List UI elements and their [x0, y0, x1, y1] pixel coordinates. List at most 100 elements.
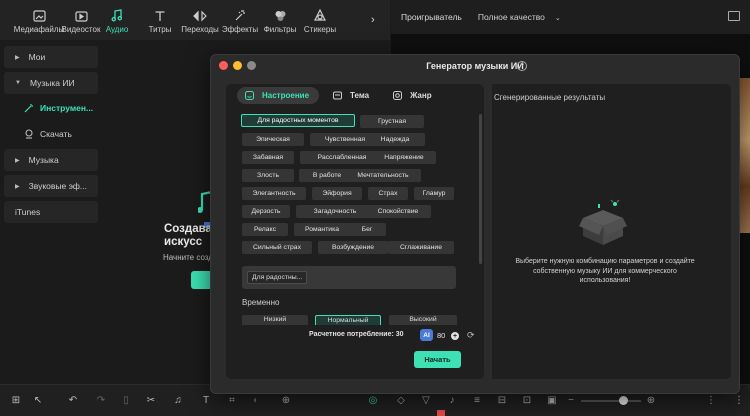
audio-split-icon[interactable]: ♫ [172, 394, 184, 406]
add-credits-button[interactable]: + [451, 332, 459, 340]
snapshot-tool-icon[interactable]: ▣ [546, 394, 558, 406]
settings-grid-icon[interactable]: ⋮ [705, 394, 717, 406]
zoom-slider-track[interactable] [581, 400, 641, 402]
mood-tag[interactable]: Сильный страх [242, 241, 312, 254]
mood-tag[interactable]: Страх [368, 187, 408, 200]
redo-icon[interactable]: ↷ [95, 394, 107, 406]
stickers-icon [313, 9, 327, 22]
ai-cut-icon[interactable]: ⊡ [521, 394, 533, 406]
select-cursor-icon[interactable]: ↖ [32, 394, 44, 406]
layout-grid-icon[interactable]: ⊞ [10, 394, 22, 406]
start-generate-button[interactable]: Начать [414, 351, 461, 368]
zoom-out-icon[interactable]: − [565, 394, 577, 406]
app-window: Медиафайлы Видеосток Аудио Титры Переход… [0, 0, 750, 416]
mood-tag[interactable]: Сглаживание [388, 241, 454, 254]
selected-moods-field[interactable]: Для радостны... [242, 266, 456, 289]
zoom-slider-handle[interactable] [619, 396, 628, 405]
undo-icon[interactable]: ↶ [67, 394, 79, 406]
genre-icon [393, 91, 403, 100]
toolbar-titles-label: Титры [148, 25, 172, 34]
microphone-icon[interactable]: ♪ [446, 394, 458, 406]
crop-icon[interactable]: ⌗ [226, 394, 238, 406]
sidebar-item-ai-music[interactable]: ▼ Музыка ИИ [4, 72, 98, 94]
auto-sync-icon[interactable]: ⊟ [496, 394, 508, 406]
selected-mood-chip[interactable]: Для радостны... [247, 271, 308, 284]
parameters-panel: Настроение Тема Жанр Для радостных момен… [226, 84, 484, 379]
toolbar-filters-label: Фильтры [263, 25, 297, 34]
mood-tag[interactable]: Возбуждение [318, 241, 388, 254]
player-title: Проигрыватель [401, 12, 462, 22]
marker-icon[interactable]: ▽ [420, 394, 432, 406]
tab-mood[interactable]: Настроение [237, 87, 319, 104]
media-toolbar: Медиафайлы Видеосток Аудио Титры Переход… [0, 0, 390, 40]
text-tool-icon[interactable]: T [200, 394, 212, 406]
shield-icon[interactable]: ◇ [395, 394, 407, 406]
toolbar-audio-label: Аудио [105, 25, 129, 34]
sidebar-item-label: iTunes [15, 207, 41, 217]
dialog-title: Генератор музыки ИИ [426, 61, 524, 71]
mood-tag[interactable]: Грустная [360, 115, 424, 128]
snapshot-icon[interactable] [728, 11, 740, 21]
mood-tag[interactable]: Забавная [242, 151, 294, 164]
quality-select[interactable]: Полное качество ⌄ [478, 12, 561, 22]
text-icon [153, 9, 167, 22]
mood-tag[interactable]: Мечтательность [345, 169, 421, 182]
sidebar-item-mine[interactable]: ▶ Мои [4, 46, 98, 68]
mood-tag[interactable]: Напряжение [372, 151, 436, 164]
tempo-option-high[interactable]: Высокий [389, 315, 457, 325]
toolbar-effects[interactable]: Эффекты [220, 0, 260, 40]
mood-tag[interactable]: Эпическая [242, 133, 304, 146]
sidebar-item-sound-effects[interactable]: ▶ Звуковые эф... [4, 175, 98, 197]
tab-genre[interactable]: Жанр [385, 87, 442, 104]
voiceover-icon[interactable]: ≡ [471, 394, 483, 406]
refresh-icon[interactable]: ⟳ [467, 330, 475, 341]
toolbar-transitions-label: Переходы [181, 25, 219, 34]
sidebar-item-itunes[interactable]: iTunes [4, 201, 98, 223]
mood-tag[interactable]: Релакс [242, 223, 288, 236]
sidebar-item-music[interactable]: ▶ Музыка [4, 149, 98, 171]
mood-tag[interactable]: Для радостных моментов [241, 114, 355, 127]
toolbar-stock-video[interactable]: Видеосток [62, 0, 100, 40]
color-icon[interactable]: ◐ [250, 394, 262, 406]
sidebar-item-label: Мои [28, 52, 46, 62]
results-title: Сгенерированные результаты [494, 93, 606, 102]
toolbar-titles[interactable]: Титры [140, 0, 180, 40]
tempo-option-low[interactable]: Низкий [242, 315, 308, 325]
toolbar-effects-label: Эффекты [221, 25, 259, 34]
playhead-marker[interactable] [437, 410, 445, 416]
help-icon[interactable]: ? [517, 61, 527, 71]
tab-theme[interactable]: Тема [325, 87, 379, 104]
scissors-icon[interactable]: ✂ [145, 394, 157, 406]
sidebar-subitem-instrumental[interactable]: Инструмен... [24, 103, 93, 113]
toolbar-audio[interactable]: Аудио [100, 0, 134, 40]
caret-down-icon: ▼ [15, 80, 21, 86]
mood-tag[interactable]: Загадочность [296, 205, 374, 218]
mood-tag[interactable]: Дерзость [242, 205, 290, 218]
mood-tag[interactable]: Злость [242, 169, 294, 182]
mood-tag[interactable]: Эйфория [312, 187, 362, 200]
mood-tag[interactable]: Надежда [365, 133, 425, 146]
mood-tag[interactable]: Бег [348, 223, 386, 236]
mood-tag[interactable]: Спокойствие [365, 205, 431, 218]
render-icon[interactable]: ◎ [367, 394, 379, 406]
toolbar-stickers[interactable]: Стикеры [300, 0, 340, 40]
mood-tag[interactable]: Элегантность [242, 187, 306, 200]
chevron-down-icon: ⌄ [554, 15, 561, 22]
more-options-icon[interactable]: ⋮ [733, 394, 745, 406]
sidebar-subitem-download[interactable]: Скачать [24, 129, 72, 139]
stock-video-icon [74, 9, 88, 22]
media-icon [32, 9, 46, 22]
tempo-option-normal[interactable]: Нормальный [315, 315, 381, 325]
mood-tag[interactable]: Романтика [294, 223, 350, 236]
delete-icon[interactable]: ▯ [120, 394, 132, 406]
toolbar-media[interactable]: Медиафайлы [14, 0, 64, 40]
ai-music-generator-dialog: Генератор музыки ИИ ? Настроение Тема Жа… [210, 54, 740, 394]
toolbar-transitions[interactable]: Переходы [180, 0, 220, 40]
speed-icon[interactable]: ⊕ [280, 394, 292, 406]
toolbar-filters[interactable]: Фильтры [260, 0, 300, 40]
chevron-right-icon[interactable]: › [371, 14, 375, 26]
zoom-in-icon[interactable]: ⊕ [645, 394, 657, 406]
mood-list-scrollbar[interactable] [479, 114, 482, 264]
sidebar-subitem-label: Скачать [40, 129, 72, 139]
mood-tag[interactable]: Гламур [414, 187, 454, 200]
